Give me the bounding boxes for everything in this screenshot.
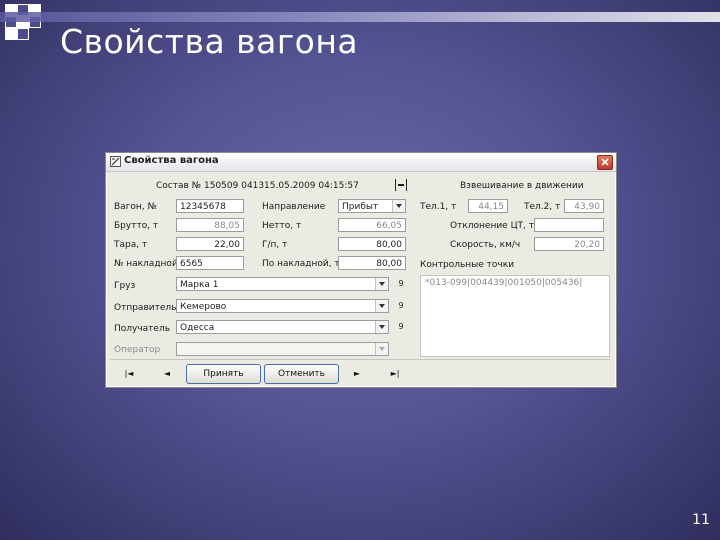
- chevron-down-icon: [396, 204, 402, 208]
- slide-title: Свойства вагона: [60, 22, 359, 61]
- wagon-label: Вагон, №: [114, 202, 157, 212]
- chevron-down-icon: [379, 325, 385, 329]
- direction-value: Прибыт: [342, 202, 379, 212]
- tare-field[interactable]: 22,00: [176, 237, 244, 251]
- sender-select[interactable]: Кемерово: [176, 299, 389, 313]
- nav-first-button[interactable]: |◄: [122, 369, 136, 378]
- weighing-label: Взвешивание в движении: [460, 181, 584, 191]
- sender-directory-label: 9: [398, 301, 404, 310]
- waybill-label: № накладной: [114, 259, 178, 269]
- nav-next-button[interactable]: ►: [350, 369, 364, 378]
- operator-dropdown-arrow[interactable]: [375, 343, 388, 355]
- dialog-titlebar: Свойства вагона: [106, 153, 616, 172]
- cargo-label: Груз: [114, 281, 136, 291]
- operator-label: Оператор: [114, 345, 161, 355]
- nav-prev-button[interactable]: ◄: [160, 369, 174, 378]
- receiver-label: Получатель: [114, 324, 171, 334]
- form-icon: [110, 156, 121, 167]
- cargo-select[interactable]: Марка 1: [176, 277, 389, 291]
- tare-label: Тара, т: [114, 240, 148, 250]
- sender-label: Отправитель: [114, 303, 177, 313]
- dialog-title: Свойства вагона: [124, 155, 219, 166]
- sender-value: Кемерово: [180, 302, 227, 312]
- operator-select[interactable]: [176, 342, 389, 356]
- speed-field[interactable]: 20,20: [534, 237, 604, 251]
- gross-field[interactable]: 88,05: [176, 218, 244, 232]
- gross-label: Брутто, т: [114, 221, 159, 231]
- close-button[interactable]: [597, 155, 613, 170]
- top-gradient-bar: [0, 12, 720, 22]
- checkpoints-label: Контрольные точки: [420, 260, 515, 270]
- chevron-down-icon: [379, 282, 385, 286]
- cargo-directory-button[interactable]: 9: [394, 277, 408, 291]
- checkpoints-textarea[interactable]: *013-099|004439|001050|005436|: [420, 275, 610, 357]
- wagon-properties-dialog: Свойства вагона Состав № 150509 0413 15.…: [105, 152, 617, 388]
- chevron-down-icon: [379, 347, 385, 351]
- wagon-number-field[interactable]: 12345678: [176, 199, 244, 213]
- by-waybill-field[interactable]: 80,00: [338, 256, 406, 270]
- net-label: Нетто, т: [262, 221, 302, 231]
- footer-divider: [110, 359, 610, 360]
- net-field[interactable]: 66,05: [338, 218, 406, 232]
- close-icon: [601, 158, 609, 166]
- truck1-field[interactable]: 44,15: [468, 199, 508, 213]
- direction-dropdown-arrow[interactable]: [392, 200, 405, 212]
- truck2-label: Тел.2, т: [524, 202, 561, 212]
- composition-label: Состав №: [156, 181, 202, 191]
- datetime-value: 15.05.2009 04:15:57: [264, 181, 359, 191]
- cargo-directory-label: 9: [398, 279, 404, 288]
- composition-value: 150509 0413: [204, 181, 265, 191]
- sender-dropdown-arrow[interactable]: [375, 300, 388, 312]
- receiver-select[interactable]: Одесса: [176, 320, 389, 334]
- cancel-button[interactable]: Отменить: [264, 364, 339, 384]
- collapse-toggle-button[interactable]: [395, 179, 407, 191]
- cg-deviation-label: Отклонение ЦТ, т: [450, 221, 535, 231]
- cargo-value: Марка 1: [180, 280, 219, 290]
- truck2-field[interactable]: 43,90: [564, 199, 604, 213]
- cargo-dropdown-arrow[interactable]: [375, 278, 388, 290]
- page-number: 11: [692, 512, 710, 528]
- by-waybill-label: По накладной, т: [262, 259, 340, 269]
- truck1-label: Тел.1, т: [420, 202, 457, 212]
- sender-directory-button[interactable]: 9: [394, 299, 408, 313]
- nav-last-button[interactable]: ►|: [388, 369, 402, 378]
- receiver-directory-button[interactable]: 9: [394, 320, 408, 334]
- receiver-directory-label: 9: [398, 322, 404, 331]
- receiver-dropdown-arrow[interactable]: [375, 321, 388, 333]
- direction-label: Направление: [262, 202, 326, 212]
- cg-deviation-field[interactable]: [534, 218, 604, 232]
- capacity-label: Г/п, т: [262, 240, 288, 250]
- speed-label: Скорость, км/ч: [450, 240, 521, 250]
- accept-button[interactable]: Принять: [186, 364, 261, 384]
- chevron-down-icon: [379, 304, 385, 308]
- direction-select[interactable]: Прибыт: [338, 199, 406, 213]
- receiver-value: Одесса: [180, 323, 215, 333]
- waybill-field[interactable]: 6565: [176, 256, 244, 270]
- capacity-field[interactable]: 80,00: [338, 237, 406, 251]
